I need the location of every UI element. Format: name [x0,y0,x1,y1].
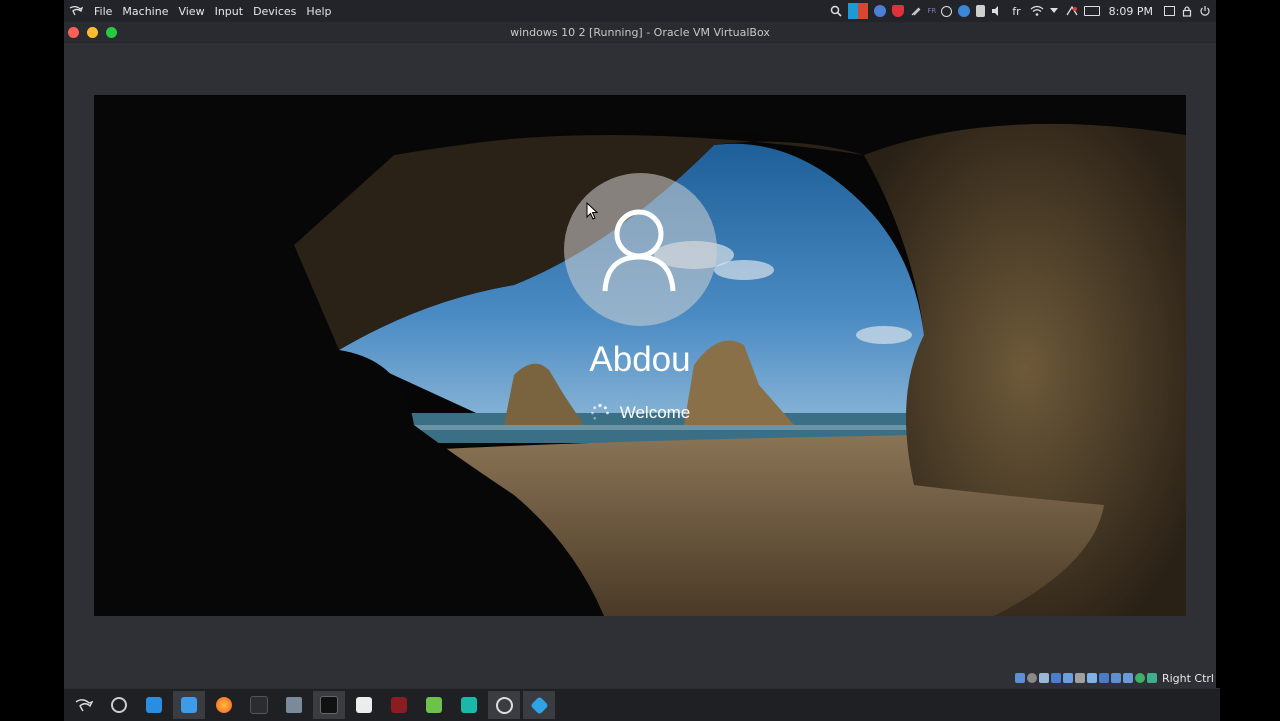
menu-machine[interactable]: Machine [117,5,173,18]
taskbar-software[interactable] [138,691,170,719]
window-titlebar[interactable]: windows 10 2 [Running] - Oracle VM Virtu… [64,22,1216,43]
burp-icon [286,697,302,713]
terminal-icon [250,696,268,714]
menu-file[interactable]: File [89,5,117,18]
kali-icon [75,699,93,712]
login-status: Welcome [94,403,1186,423]
workspace-1-icon[interactable] [848,3,859,19]
usb-icon[interactable] [1062,673,1073,683]
software-icon [146,697,162,713]
shared-folders-icon[interactable] [1074,673,1085,683]
volume-icon[interactable] [991,5,1003,17]
dropdown-arrow-icon[interactable] [1048,5,1060,17]
power-icon[interactable] [1199,5,1211,17]
optical-drive-icon[interactable] [1026,673,1037,683]
android-icon [426,697,442,713]
virtualbox-window: windows 10 2 [Running] - Oracle VM Virtu… [64,22,1216,688]
recording-icon[interactable] [1098,673,1109,683]
mouse-integration-icon[interactable] [1122,673,1133,683]
taskbar-burp[interactable] [278,691,310,719]
cpu-icon[interactable] [1110,673,1121,683]
user-icon [602,209,675,291]
tool-icon [391,697,407,713]
taskbar-bolt[interactable] [453,691,485,719]
taskbar-settings[interactable] [103,691,135,719]
taskbar-android[interactable] [418,691,450,719]
user-name: Abdou [589,340,691,379]
language-indicator[interactable]: fr [1012,5,1020,18]
terminal-icon [320,696,338,714]
bluetooth-icon[interactable] [958,5,971,17]
taskbar-virtualbox[interactable] [523,691,555,719]
mouse-cursor-icon [586,202,598,220]
audio-icon[interactable] [1038,673,1049,683]
obs-tray-icon[interactable] [941,5,953,17]
menu-input[interactable]: Input [210,5,248,18]
keyboard-layout-indicator[interactable]: FR [927,7,936,15]
clock[interactable]: 8:09 PM [1109,5,1153,18]
virtualbox-icon [529,695,549,715]
taskbar-app-menu[interactable] [68,691,100,719]
show-desktop-icon[interactable] [1164,6,1175,16]
bolt-icon [461,697,477,713]
search-icon[interactable] [830,5,842,17]
taskbar-file-manager[interactable] [173,691,205,719]
window-title: windows 10 2 [Running] - Oracle VM Virtu… [510,25,770,39]
notes-icon [356,697,372,713]
file-manager-icon [181,697,197,713]
taskbar-terminal-1[interactable] [243,691,275,719]
update-notifier-icon[interactable] [1066,5,1078,17]
status-text: Welcome [619,403,691,422]
guest-additions-icon[interactable] [1134,673,1145,683]
vm-display[interactable]: Abdou Welcome [94,95,1186,616]
vm-status-bar: Right Ctrl [1014,670,1214,686]
firefox-icon [216,697,232,713]
close-window-button[interactable] [68,27,79,38]
settings-icon [111,697,127,713]
taskbar-terminal-2[interactable] [313,691,345,719]
keyboard-capture-icon[interactable] [1146,673,1157,683]
display-icon[interactable] [1086,673,1097,683]
wifi-icon[interactable] [1030,5,1044,17]
menu-devices[interactable]: Devices [248,5,301,18]
maximize-window-button[interactable] [106,27,117,38]
battery-icon[interactable] [1083,6,1100,16]
system-tray: FR fr 8:09 PM [827,0,1216,22]
user-avatar [564,173,717,326]
lock-icon[interactable] [1181,5,1193,17]
shield-icon[interactable] [892,5,905,17]
app-menu-bar: File Machine View Input Devices Help FR … [64,0,1216,22]
loading-spinner-icon [590,403,609,420]
host-key-label[interactable]: Right Ctrl [1162,672,1214,685]
clipboard-icon[interactable] [976,5,986,17]
workspace-2-icon[interactable] [858,3,869,19]
minimize-window-button[interactable] [87,27,98,38]
obs-icon [495,696,513,714]
taskbar-obs[interactable] [488,691,520,719]
taskbar-tool[interactable] [383,691,415,719]
menu-help[interactable]: Help [301,5,336,18]
pen-icon[interactable] [910,5,922,17]
taskbar-notes[interactable] [348,691,380,719]
taskbar [64,688,1220,721]
globe-icon[interactable] [874,5,887,17]
network-icon[interactable] [1050,673,1061,683]
menu-view[interactable]: View [173,5,209,18]
hard-disk-icon[interactable] [1014,673,1025,683]
kali-dragon-icon[interactable] [69,4,83,18]
taskbar-firefox[interactable] [208,691,240,719]
